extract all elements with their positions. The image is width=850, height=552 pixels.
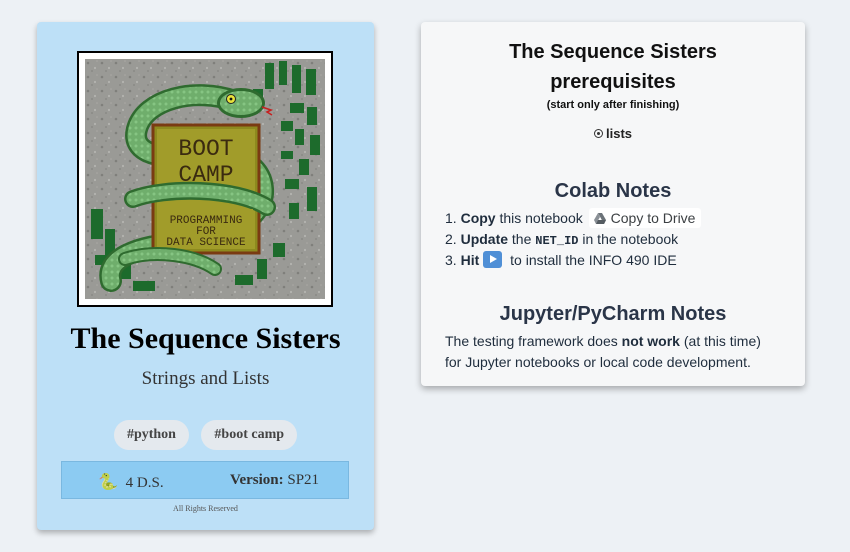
play-icon[interactable] xyxy=(483,251,503,268)
prerequisites-note: (start only after finishing) xyxy=(546,99,680,111)
svg-text:BOOT: BOOT xyxy=(178,136,233,162)
colab-notes-heading: Colab Notes xyxy=(554,180,672,202)
jupyter-text: (at this time) xyxy=(683,333,761,349)
author-info: 🐍 4 D.S. xyxy=(98,472,164,492)
step-hit: 3. Hit to install the INFO 490 IDE xyxy=(445,250,701,271)
svg-text:DATA SCIENCE: DATA SCIENCE xyxy=(166,237,246,249)
drive-icon xyxy=(593,213,606,224)
step-text: the xyxy=(511,231,532,247)
bullet-icon xyxy=(593,129,603,138)
copy-to-drive-button[interactable]: Copy to Drive xyxy=(588,208,702,228)
version-label: Version: xyxy=(230,472,284,488)
step-number: 3. xyxy=(445,252,457,268)
jupyter-notes-heading: Jupyter/PyCharm Notes xyxy=(499,303,727,325)
author-label: 4 D.S. xyxy=(125,475,164,491)
boot-camp-cover-art: BOOT CAMP PROGRAMMING FOR DATA SCIENCE xyxy=(85,59,325,299)
prereq-item-label: lists xyxy=(605,126,632,141)
jupyter-text: The testing framework does xyxy=(445,333,618,349)
book-card: BOOT CAMP PROGRAMMING FOR DATA SCIENCE T… xyxy=(37,22,374,530)
book-subtitle: Strings and Lists xyxy=(141,368,270,389)
jupyter-notes-text: The testing framework does not work (at … xyxy=(445,331,761,373)
tag-python[interactable]: #python xyxy=(113,420,189,450)
tag-boot-camp[interactable]: #boot camp xyxy=(201,420,298,450)
step-text: this notebook xyxy=(499,210,583,226)
step-keyword: Update xyxy=(460,231,509,247)
info-panel: The Sequence Sisters prerequisites (star… xyxy=(421,22,805,386)
info-title: The Sequence Sisters xyxy=(509,41,717,63)
step-update: 2. Update the NET_ID in the notebook xyxy=(445,229,701,250)
rights-text: All Rights Reserved xyxy=(173,504,238,513)
version-info: Version: SP21 xyxy=(230,472,319,489)
step-copy: 1. Copy this notebook Copy to Drive xyxy=(445,208,702,229)
book-title: The Sequence Sisters xyxy=(70,322,341,355)
snake-icon: 🐍 xyxy=(98,474,118,491)
book-footer: 🐍 4 D.S. Version: SP21 xyxy=(61,461,349,499)
step-number: 1. xyxy=(445,210,457,226)
jupyter-text: for Jupyter notebooks or local code deve… xyxy=(445,354,751,370)
copy-to-drive-label: Copy to Drive xyxy=(610,210,696,226)
jupyter-text-emphasis: not work xyxy=(621,333,680,349)
version-value: SP21 xyxy=(287,472,320,488)
step-text: in the notebook xyxy=(582,231,679,247)
tag-list: #python #boot camp xyxy=(37,420,374,450)
step-keyword: Copy xyxy=(460,210,496,226)
prerequisites-heading: prerequisites xyxy=(550,71,676,93)
step-keyword: Hit xyxy=(460,252,480,268)
step-number: 2. xyxy=(445,231,457,247)
net-id-code: NET_ID xyxy=(535,234,579,248)
step-text: to install the INFO 490 IDE xyxy=(510,252,677,268)
prereq-item-lists[interactable]: lists xyxy=(421,126,805,141)
cover-image: BOOT CAMP PROGRAMMING FOR DATA SCIENCE xyxy=(77,51,333,307)
colab-steps: 1. Copy this notebook Copy to Drive 2. U… xyxy=(445,208,702,271)
